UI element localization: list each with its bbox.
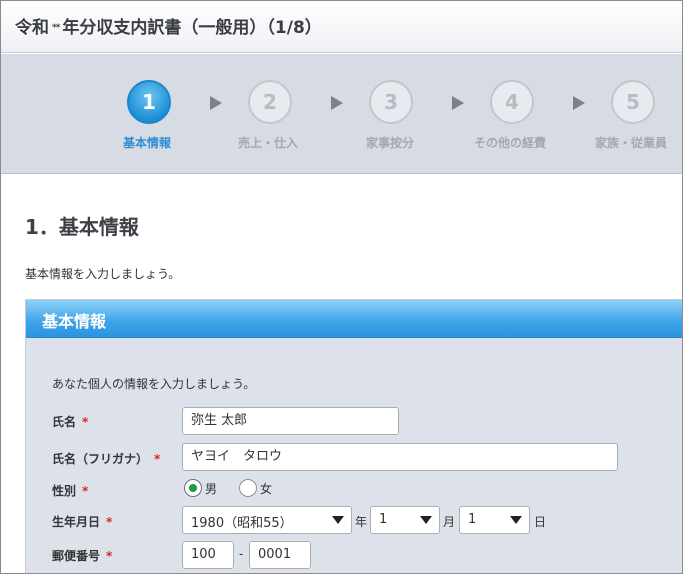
required-mark: *: [106, 549, 113, 563]
panel-intro: あなた個人の情報を入力しましょう。: [52, 377, 256, 391]
required-mark: *: [154, 452, 161, 466]
chevron-down-icon: [503, 507, 529, 533]
step-2[interactable]: 2: [248, 80, 292, 124]
birthdate-label: 生年月日 *: [52, 513, 112, 530]
chevron-down-icon: [413, 507, 439, 533]
birth-day-value: 1: [468, 512, 477, 527]
basic-info-panel: 基本情報 あなた個人の情報を入力しましょう。 氏名 * 弥生 太郎 氏名（フリガナ…: [25, 299, 682, 573]
step-4[interactable]: 4: [490, 80, 534, 124]
step-2-label[interactable]: 売上・仕入: [238, 134, 298, 151]
postal-code-part2-input[interactable]: 0001: [249, 541, 311, 569]
step-3[interactable]: 3: [369, 80, 413, 124]
name-label-text: 氏名: [52, 415, 77, 429]
gender-label: 性別 *: [52, 482, 88, 499]
gender-female-radio[interactable]: 女: [239, 479, 272, 497]
month-unit: 月: [443, 515, 456, 529]
panel-header-title: 基本情報: [42, 312, 107, 331]
gender-female-label: 女: [260, 481, 273, 496]
gender-label-text: 性別: [52, 484, 77, 498]
required-mark: *: [82, 415, 89, 429]
step-1-circle: 1: [127, 80, 171, 124]
title-era-mark: **: [52, 23, 60, 33]
step-5-circle: 5: [611, 80, 655, 124]
step-arrow-icon: [210, 96, 222, 110]
step-1-label[interactable]: 基本情報: [123, 134, 171, 151]
step-5-label[interactable]: 家族・従業員: [595, 134, 667, 151]
day-unit: 日: [534, 515, 547, 529]
title-era-label: 令和: [15, 18, 49, 38]
step-2-circle: 2: [248, 80, 292, 124]
step-arrow-icon: [573, 96, 585, 110]
chevron-down-icon: [325, 507, 351, 533]
step-4-label[interactable]: その他の経費: [474, 134, 546, 151]
step-4-circle: 4: [490, 80, 534, 124]
panel-header: 基本情報: [26, 300, 682, 338]
section-title: 1．基本情報: [25, 215, 139, 239]
birth-year-value: 1980（昭和55）: [191, 516, 293, 531]
title-text: 年分収支内訳書（一般用）（1/8）: [62, 18, 322, 38]
birth-year-select[interactable]: 1980（昭和55）: [182, 506, 352, 534]
app-window: 令和 ** 年分収支内訳書（一般用）（1/8） 1 基本情報 2 売上・仕入 3 家…: [0, 0, 683, 574]
birth-month-value: 1: [379, 512, 388, 527]
gender-male-radio[interactable]: 男: [184, 479, 217, 497]
step-navigation: 1 基本情報 2 売上・仕入 3 家事按分 4 その他の経費 5 家族・従業員: [1, 54, 682, 174]
postal-separator: -: [239, 547, 244, 561]
step-arrow-icon: [452, 96, 464, 110]
birth-month-select[interactable]: 1: [370, 506, 440, 534]
name-input[interactable]: 弥生 太郎: [182, 407, 399, 435]
section-intro: 基本情報を入力しましょう。: [25, 267, 181, 281]
radio-unselected-icon: [239, 479, 257, 497]
step-arrow-icon: [331, 96, 343, 110]
birthdate-label-text: 生年月日: [52, 515, 101, 529]
furigana-label: 氏名（フリガナ） *: [52, 450, 160, 467]
furigana-label-text: 氏名（フリガナ）: [52, 452, 149, 466]
furigana-input[interactable]: ヤヨイ タロウ: [182, 443, 618, 471]
step-5[interactable]: 5: [611, 80, 655, 124]
gender-male-label: 男: [205, 481, 218, 496]
required-mark: *: [106, 515, 113, 529]
postal-label-text: 郵便番号: [52, 549, 101, 563]
name-label: 氏名 *: [52, 413, 88, 430]
required-mark: *: [82, 484, 89, 498]
title-bar: 令和 ** 年分収支内訳書（一般用）（1/8）: [1, 1, 682, 53]
page-title: 令和 ** 年分収支内訳書（一般用）（1/8）: [15, 13, 322, 38]
postal-code-part1-input[interactable]: 100: [182, 541, 234, 569]
radio-selected-icon: [184, 479, 202, 497]
postal-label: 郵便番号 *: [52, 547, 112, 564]
year-unit: 年: [355, 515, 368, 529]
step-1[interactable]: 1: [127, 80, 171, 124]
step-3-label[interactable]: 家事按分: [366, 134, 414, 151]
step-3-circle: 3: [369, 80, 413, 124]
birth-day-select[interactable]: 1: [459, 506, 530, 534]
